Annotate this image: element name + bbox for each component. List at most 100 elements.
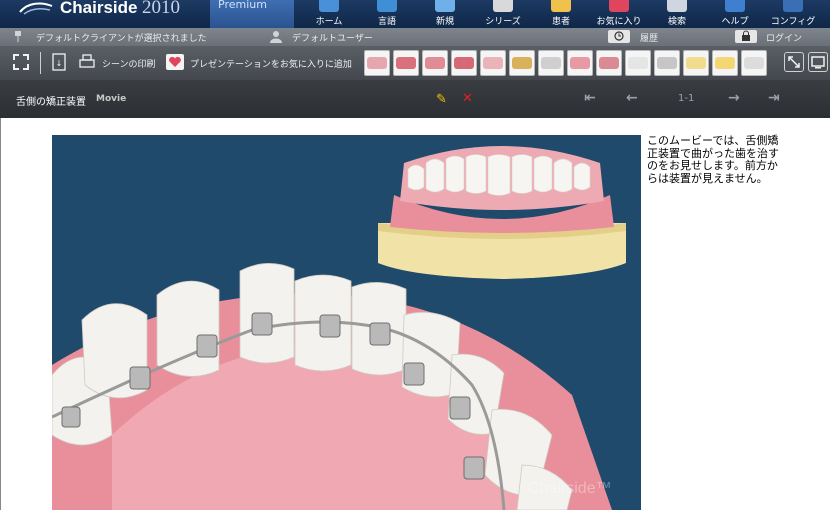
next-page-icon[interactable]: → [728, 90, 740, 106]
thumbnail-image [425, 57, 445, 69]
nav-label: 新規 [435, 17, 454, 27]
thumb-8[interactable] [567, 50, 593, 76]
prev-page-icon[interactable]: ← [626, 90, 638, 106]
thumb-7[interactable] [538, 50, 564, 76]
nav-label: 検索 [667, 17, 686, 27]
first-page-icon[interactable]: ⇤ [584, 90, 596, 106]
patient-icon [551, 0, 571, 12]
thumb-4[interactable] [451, 50, 477, 76]
media-type-label: Movie [96, 94, 127, 104]
client-status: デフォルトクライアントが選択されました [36, 34, 207, 44]
thumb-6[interactable] [509, 50, 535, 76]
thumbnail-image [367, 57, 387, 69]
add-favorite-label[interactable]: プレゼンテーションをお気に入りに追加 [190, 57, 352, 70]
nav-label: 患者 [551, 17, 570, 27]
thumbnail-image [744, 57, 764, 69]
nav-search[interactable]: 検索 [648, 0, 706, 28]
film-icon [493, 0, 513, 12]
thumb-13[interactable] [712, 50, 738, 76]
nav-heart[interactable]: お気に入り [590, 0, 648, 28]
thumbnail-image [715, 57, 735, 69]
nav-label: シリーズ [485, 17, 521, 27]
search-icon [667, 0, 687, 12]
screen-icon [811, 56, 825, 69]
thumbnail-image [599, 57, 619, 69]
print-scene-label[interactable]: シーンの印刷 [102, 57, 156, 70]
thumb-5[interactable] [480, 50, 506, 76]
nav-label: 言語 [377, 17, 396, 27]
nav-label: お気に入り [596, 17, 642, 27]
user-icon [270, 31, 282, 43]
chairside-logo-icon [19, 2, 53, 15]
app-name: Chairside [60, 0, 138, 17]
globe-icon [377, 0, 397, 12]
thumbnail-strip [364, 50, 767, 76]
thumb-9[interactable] [596, 50, 622, 76]
thumbnail-image [657, 57, 677, 69]
nav-film[interactable]: シリーズ [474, 0, 532, 28]
home-icon [319, 0, 339, 12]
main-nav: ホーム 言語 新規 シリーズ 患者 お気に入り 検索 ヘルプ コンフィグ [300, 0, 822, 28]
thumbnail-image [541, 57, 561, 69]
clock-icon [614, 31, 624, 41]
thumb-10[interactable] [625, 50, 651, 76]
toolbar-divider [40, 52, 41, 74]
nav-label: コンフィグ [770, 17, 816, 27]
edit-icon[interactable]: ✎ [436, 92, 447, 107]
edition-badge: Premium [210, 0, 294, 28]
new-icon [435, 0, 455, 12]
nav-help[interactable]: ヘルプ [706, 0, 764, 28]
login-button[interactable] [735, 30, 757, 43]
document-icon[interactable]: ↓ [50, 53, 68, 71]
nav-home[interactable]: ホーム [300, 0, 358, 28]
nav-gear[interactable]: コンフィグ [764, 0, 822, 28]
thumbnail-image [483, 57, 503, 69]
thumbnail-image [454, 57, 474, 69]
top-bar: Chairside 2010 Premium ホーム 言語 新規 シリーズ 患者 お気に入… [0, 0, 830, 28]
screen-button[interactable] [808, 52, 828, 72]
history-label[interactable]: 履歴 [640, 31, 658, 44]
content-border [0, 118, 1, 510]
thumbnail-image [628, 57, 648, 69]
expand-button[interactable] [784, 52, 804, 72]
svg-text:↓: ↓ [56, 59, 63, 68]
nav-label: ヘルプ [721, 17, 749, 27]
pin-icon [15, 31, 21, 42]
lock-icon [742, 30, 750, 41]
thumb-14[interactable] [741, 50, 767, 76]
delete-icon[interactable]: ✕ [462, 91, 473, 106]
expand-icon [788, 56, 800, 68]
status-bar: デフォルトクライアントが選択されました デフォルトユーザー 履歴 ログイン [0, 28, 830, 46]
toolbar: ↓ シーンの印刷 プレゼンテーションをお気に入りに追加 [0, 46, 830, 80]
movie-description: このムービーでは、舌側矯正装置で曲がった歯を治すのをお見せします。前方からは装置… [647, 134, 779, 185]
thumb-1[interactable] [364, 50, 390, 76]
help-icon [725, 0, 745, 12]
page-indicator: 1-1 [678, 93, 695, 104]
movie-frame: Chairside™ [52, 135, 641, 510]
app-year: 2010 [142, 0, 180, 18]
last-page-icon[interactable]: ⇥ [768, 90, 780, 106]
heart-icon[interactable] [166, 53, 184, 71]
printer-icon[interactable] [78, 53, 96, 71]
thumbnail-image [686, 57, 706, 69]
thumb-3[interactable] [422, 50, 448, 76]
history-button[interactable] [608, 30, 630, 43]
thumb-2[interactable] [393, 50, 419, 76]
heart-icon [609, 0, 629, 12]
thumbnail-image [570, 57, 590, 69]
login-label[interactable]: ログイン [766, 31, 802, 44]
brand: Chairside 2010 [0, 0, 210, 28]
thumb-12[interactable] [683, 50, 709, 76]
nav-new[interactable]: 新規 [416, 0, 474, 28]
nav-label: ホーム [315, 17, 343, 27]
user-name: デフォルトユーザー [292, 34, 373, 44]
page-title: 舌側の矯正装置 [16, 97, 86, 108]
thumb-11[interactable] [654, 50, 680, 76]
nav-globe[interactable]: 言語 [358, 0, 416, 28]
nav-patient[interactable]: 患者 [532, 0, 590, 28]
thumbnail-image [512, 57, 532, 69]
fullscreen-grid-icon[interactable] [12, 53, 30, 71]
watermark: Chairside™ [528, 480, 612, 497]
thumbnail-image [396, 57, 416, 69]
movie-player[interactable]: Chairside™ [52, 135, 641, 510]
